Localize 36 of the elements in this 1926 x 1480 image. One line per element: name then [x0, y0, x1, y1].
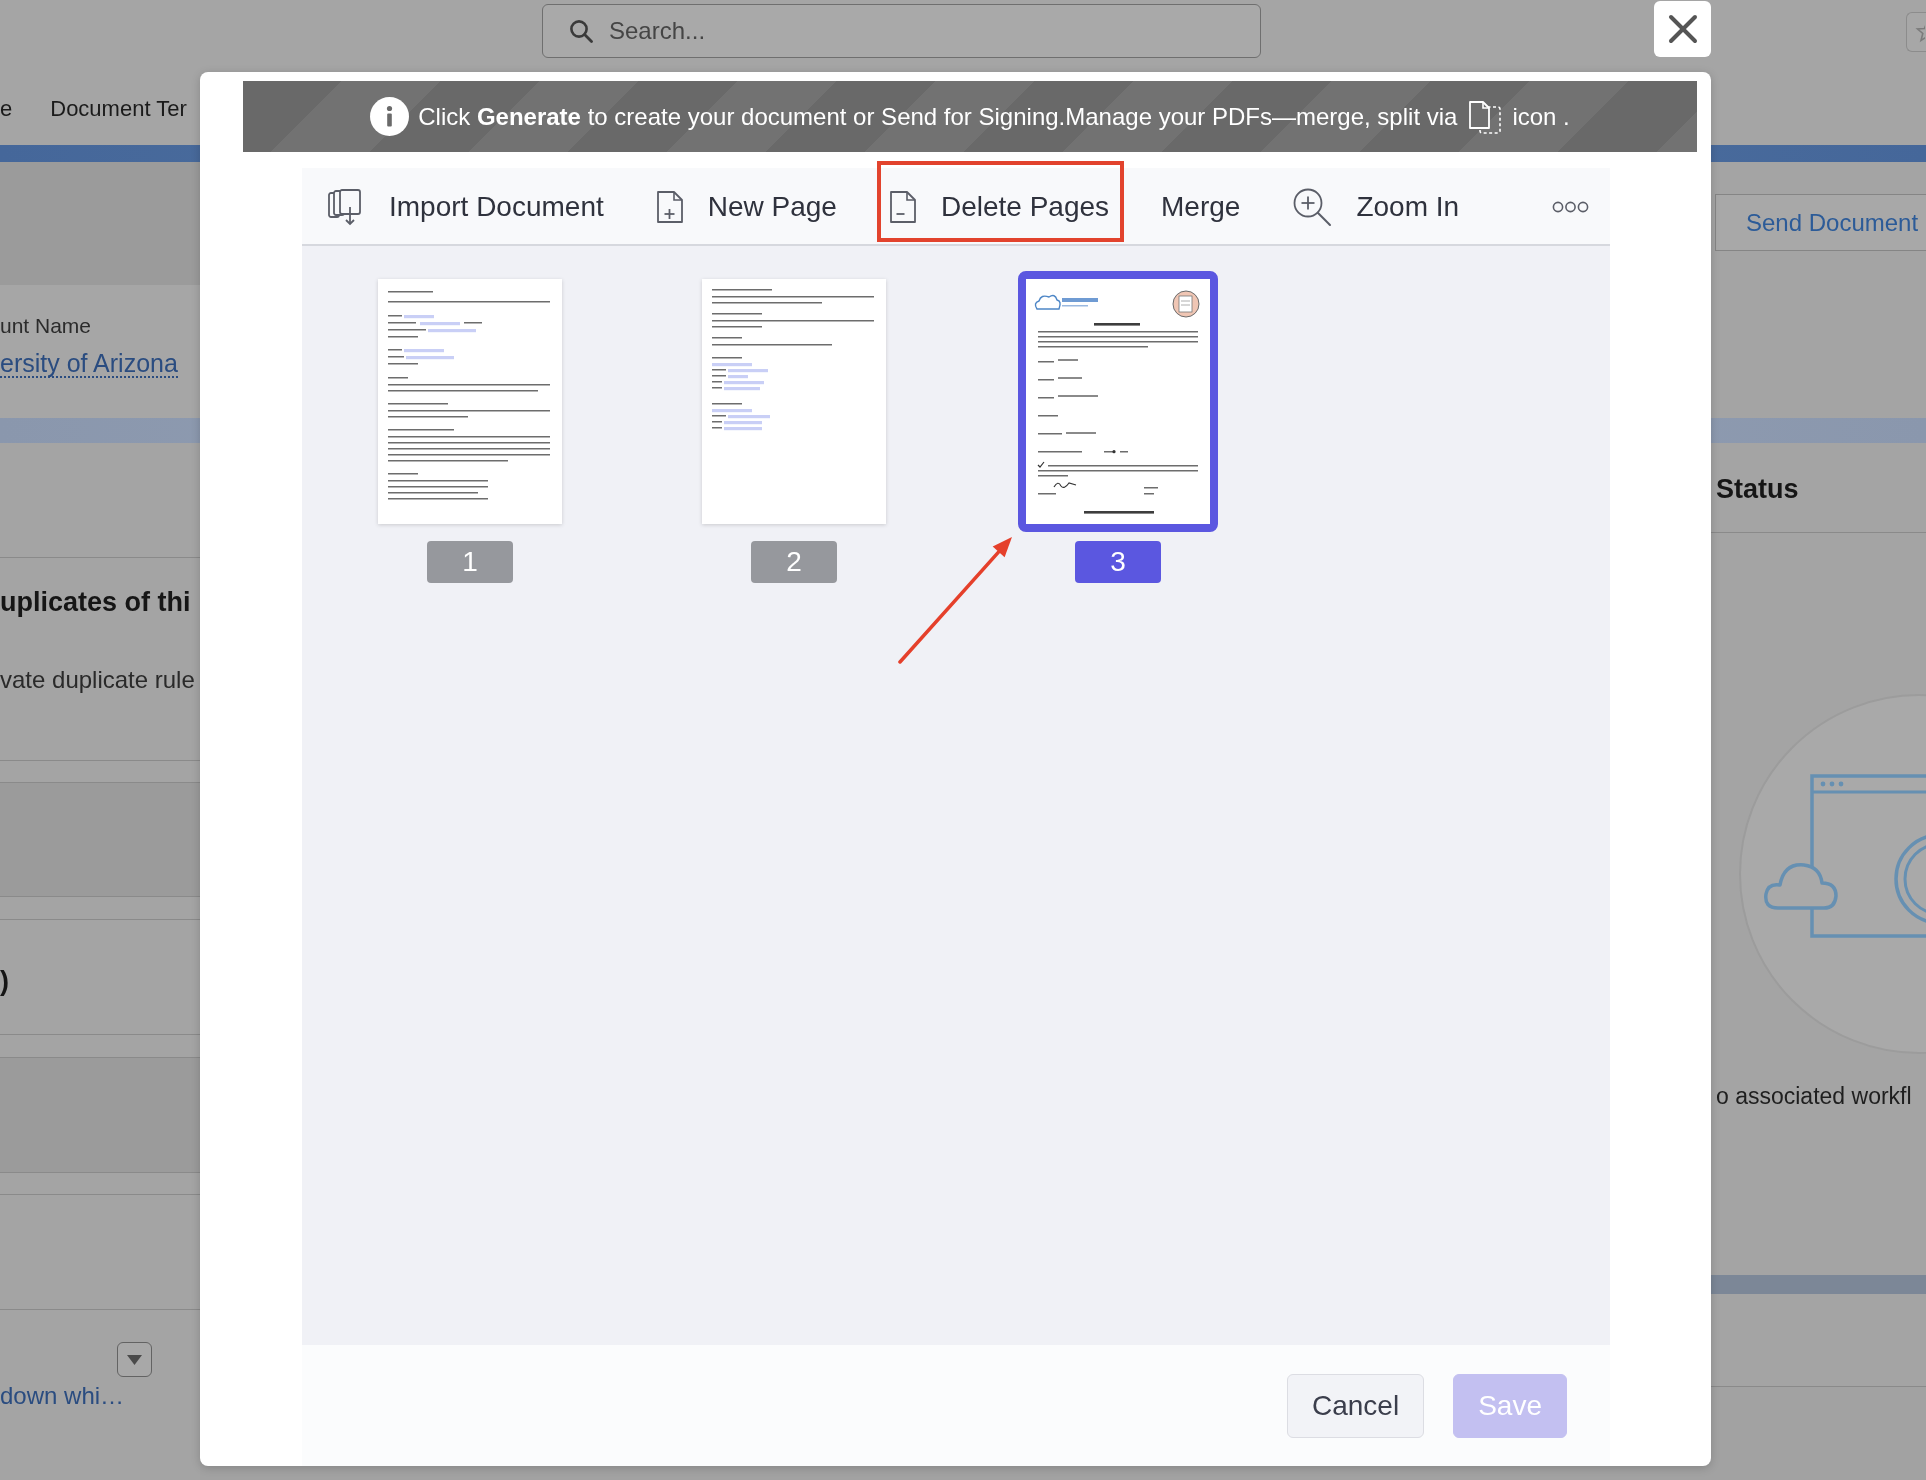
page-thumbnail[interactable]: [702, 279, 886, 524]
page-number-label: 3: [1075, 541, 1161, 583]
nav-tab[interactable]: e: [0, 95, 13, 122]
banner-text: icon .: [1512, 102, 1570, 131]
close-button[interactable]: [1654, 1, 1711, 57]
search-field[interactable]: Search...: [542, 4, 1261, 58]
toolbar-button[interactable]: Zoom In: [1280, 161, 1475, 242]
section-heading: ): [0, 965, 10, 997]
dropdown-button[interactable]: [117, 1342, 152, 1377]
page-number-label: 2: [751, 541, 837, 583]
close-icon: [1667, 14, 1698, 44]
toolbar-button[interactable]: Delete Pages: [876, 161, 1125, 242]
more-icon: [1552, 201, 1589, 213]
nav-tab[interactable]: Document Ter: [50, 95, 187, 122]
page-thumbnail[interactable]: [1018, 271, 1218, 532]
toolbar-button[interactable]: New Page: [643, 161, 852, 242]
zoom-in-icon: [1292, 187, 1333, 227]
pages-icon: [1466, 98, 1504, 135]
section-heading: Status: [1716, 474, 1799, 504]
account-link[interactable]: ersity of Arizona: [0, 350, 178, 378]
banner-text: Click Generate to create your document or Send for Signing.Manage your PDFs—merge, split via: [418, 102, 1458, 131]
toolbar-button[interactable]: Merge: [1149, 161, 1256, 242]
empty-state-text: o associated workfl: [1716, 1084, 1912, 1108]
field-label: unt Name: [0, 314, 92, 338]
toolbar-button[interactable]: Import Document: [315, 161, 619, 242]
page-minus-icon: [888, 190, 917, 224]
star-button[interactable]: [1906, 12, 1926, 52]
section-heading: uplicates of thi: [0, 586, 192, 618]
info-icon: [370, 97, 410, 136]
page-number-label: 1: [427, 541, 513, 583]
page-plus-icon: [655, 190, 684, 224]
caret-icon: [127, 1354, 142, 1365]
page-thumbnail[interactable]: [378, 279, 562, 524]
description-text: vate duplicate rule: [0, 666, 196, 694]
search-icon: [569, 19, 593, 43]
cancel-button[interactable]: Cancel: [1287, 1373, 1425, 1438]
